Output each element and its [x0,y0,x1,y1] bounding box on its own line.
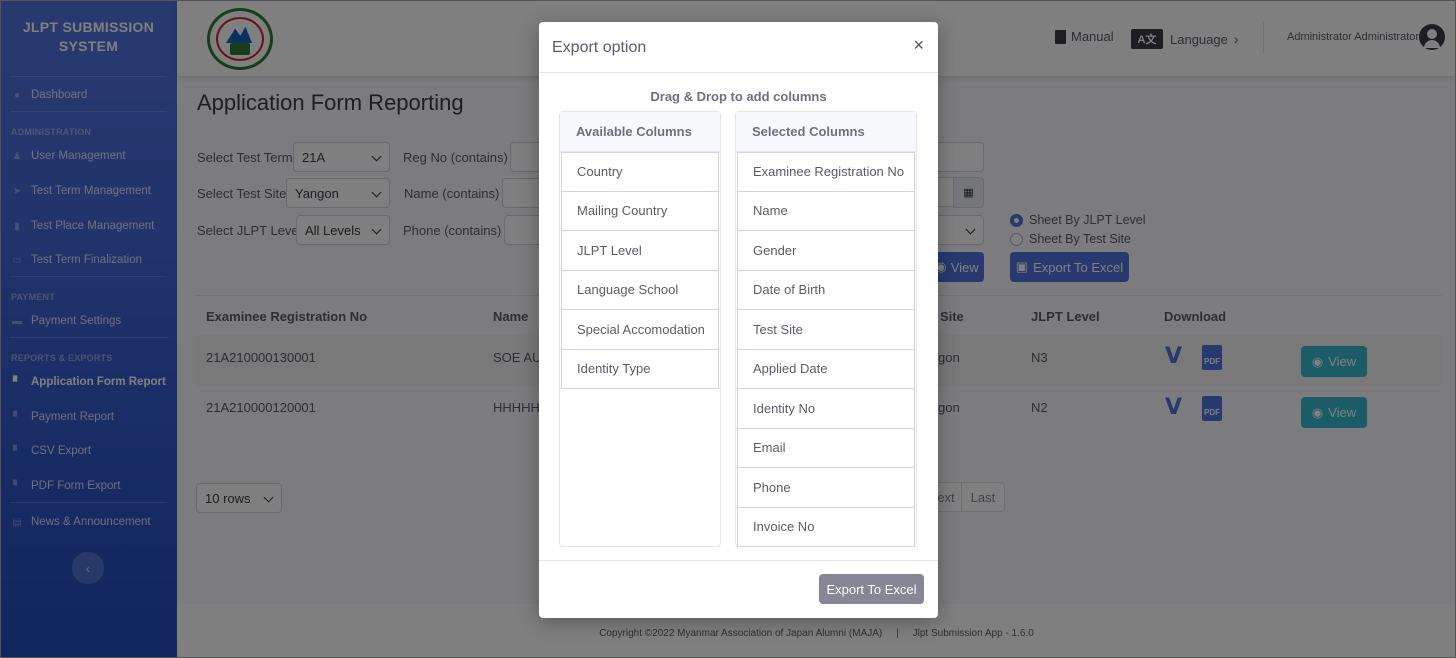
available-columns-title: Available Columns [560,112,720,152]
selected-column-item[interactable]: Email [737,428,915,468]
modal-instruction: Drag & Drop to add columns [650,89,827,104]
selected-columns-panel: Selected Columns Examinee Registration N… [735,111,917,547]
selected-column-item[interactable]: Identity No [737,389,915,429]
available-column-item[interactable]: Mailing Country [561,191,719,231]
available-column-item[interactable]: JLPT Level [561,231,719,271]
export-option-modal: Export option × Drag & Drop to add colum… [539,22,938,618]
available-column-item[interactable]: Special Accomodation [561,310,719,350]
selected-column-item[interactable]: Test Site [737,310,915,350]
modal-title: Export option [552,39,647,56]
selected-column-item[interactable]: Invoice No [737,507,915,547]
available-column-item[interactable]: Language School [561,270,719,310]
available-column-item[interactable]: Identity Type [561,349,719,389]
close-icon[interactable]: × [913,35,924,56]
selected-column-item[interactable]: Gender [737,231,915,271]
selected-column-item[interactable]: Examinee Registration No [737,152,915,192]
available-columns-panel: Available Columns Country Mailing Countr… [559,111,721,547]
selected-column-item[interactable]: Date of Birth [737,270,915,310]
modal-export-excel-button[interactable]: Export To Excel [819,574,924,604]
selected-column-item[interactable]: Phone [737,468,915,508]
modal-footer-divider [539,560,938,561]
available-column-item[interactable]: Country [561,152,719,192]
selected-column-item[interactable]: Name [737,191,915,231]
selected-column-item[interactable]: Applied Date [737,349,915,389]
selected-columns-title: Selected Columns [736,112,916,152]
modal-header-divider [539,72,938,73]
